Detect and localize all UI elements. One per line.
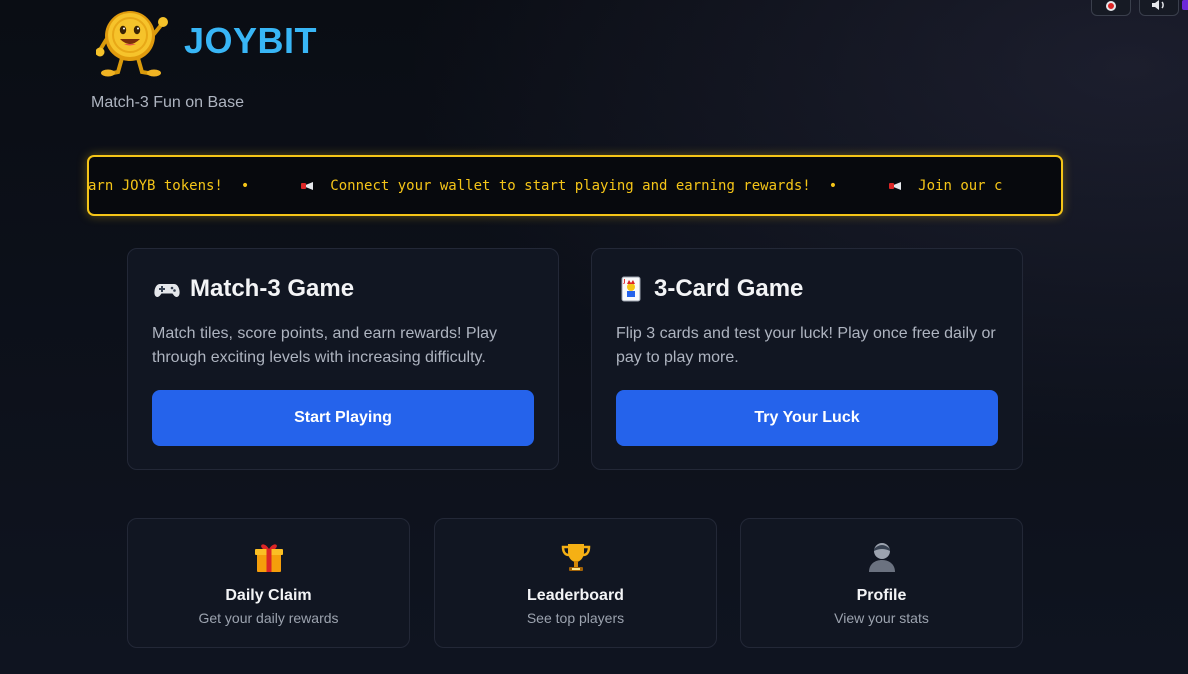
trophy-icon: [561, 544, 590, 571]
game-controller-icon: [154, 284, 180, 297]
tile-subtitle: Get your daily rewards: [198, 610, 339, 626]
user-silhouette-icon: [868, 543, 895, 572]
game-title-text: 3-Card Game: [654, 275, 804, 302]
sound-toggle-button[interactable]: [1139, 0, 1179, 16]
smiling-coin-mascot-icon: [96, 11, 168, 77]
tile-subtitle: View your stats: [834, 610, 929, 626]
announcement-text: Join our c: [918, 177, 1003, 194]
gift-icon: [254, 544, 283, 572]
game-description: Flip 3 cards and test your luck! Play on…: [616, 325, 996, 366]
announcement-separator: •: [828, 177, 838, 194]
speaker-icon: [1152, 0, 1164, 10]
tile-label: Daily Claim: [225, 587, 312, 604]
tile-label: Leaderboard: [527, 587, 624, 604]
record-icon: [1106, 1, 1116, 11]
game-card-title: Match-3 Game: [154, 275, 354, 303]
match3-game-card: Match-3 Game Match tiles, score points, …: [127, 248, 559, 470]
record-button[interactable]: [1091, 0, 1131, 16]
svg-text:J: J: [623, 279, 626, 285]
brand-title: JOYBIT: [184, 20, 318, 61]
megaphone-icon: [301, 180, 317, 192]
announcement-separator: •: [240, 177, 250, 194]
try-your-luck-button[interactable]: Try Your Luck: [616, 390, 998, 446]
megaphone-icon: [889, 180, 905, 192]
start-playing-button[interactable]: Start Playing: [152, 390, 534, 446]
tile-label: Profile: [856, 587, 907, 604]
announcement-banner: arn JOYB tokens! • Connect your wallet t…: [87, 155, 1063, 216]
announcement-text: arn JOYB tokens!: [88, 177, 223, 194]
three-card-game-card: J 3-Card Game Flip 3 cards and test your…: [591, 248, 1023, 470]
announcement-text: Connect your wallet to start playing and…: [330, 177, 811, 194]
tagline: Match-3 Fun on Base: [91, 94, 244, 111]
daily-claim-tile[interactable]: Daily Claim Get your daily rewards: [127, 518, 410, 648]
edge-accent: [1182, 0, 1188, 10]
profile-tile[interactable]: Profile View your stats: [740, 518, 1023, 648]
game-title-text: Match-3 Game: [190, 275, 355, 302]
announcement-track: arn JOYB tokens! • Connect your wallet t…: [88, 177, 1003, 194]
game-card-title: J 3-Card Game: [618, 275, 803, 303]
game-description: Match tiles, score points, and earn rewa…: [152, 325, 498, 366]
joker-card-icon: J: [621, 276, 641, 302]
tile-subtitle: See top players: [526, 610, 625, 626]
leaderboard-tile[interactable]: Leaderboard See top players: [434, 518, 717, 648]
